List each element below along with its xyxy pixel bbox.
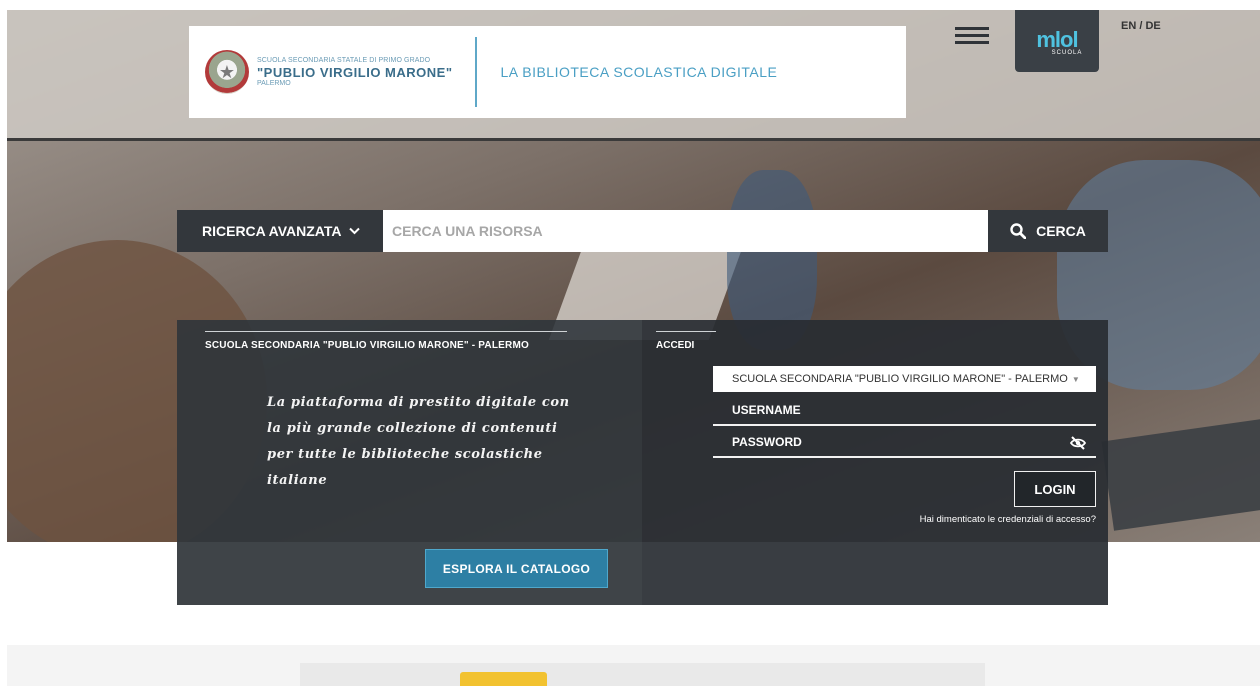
school-city: PALERMO — [257, 80, 291, 87]
search-icon — [1010, 223, 1027, 239]
school-name: "PUBLIO VIRGILIO MARONE" — [257, 65, 453, 80]
login-divider — [656, 331, 716, 332]
password-input[interactable] — [713, 435, 1096, 449]
username-field-wrapper — [713, 396, 1096, 426]
forgot-credentials-link[interactable]: Hai dimenticato le credenziali di access… — [920, 514, 1096, 525]
school-brand-header[interactable]: ★ SCUOLA SECONDARIA STATALE DI PRIMO GRA… — [189, 26, 906, 118]
mlol-logo[interactable]: mlol SCUOLA — [1015, 10, 1099, 72]
search-bar: RICERCA AVANZATA CERCA — [177, 210, 1108, 252]
library-select-value: SCUOLA SECONDARIA "PUBLIO VIRGILIO MARON… — [732, 373, 1068, 385]
caret-down-icon: ▼ — [1071, 374, 1080, 384]
advanced-search-toggle[interactable]: RICERCA AVANZATA — [177, 210, 383, 252]
library-name-title: SCUOLA SECONDARIA "PUBLIO VIRGILIO MARON… — [205, 340, 529, 351]
school-type: SCUOLA SECONDARIA STATALE DI PRIMO GRADO — [257, 57, 431, 64]
library-select[interactable]: SCUOLA SECONDARIA "PUBLIO VIRGILIO MARON… — [713, 366, 1096, 392]
explore-catalog-button[interactable]: ESPLORA IL CATALOGO — [425, 549, 608, 588]
brand-divider — [474, 37, 477, 107]
info-divider — [205, 331, 567, 332]
library-tagline: LA BIBLIOTECA SCOLASTICA DIGITALE — [500, 64, 778, 80]
login-button[interactable]: LOGIN — [1014, 471, 1096, 507]
username-input[interactable] — [713, 403, 1096, 417]
chevron-down-icon — [349, 227, 361, 235]
school-name-block: SCUOLA SECONDARIA STATALE DI PRIMO GRADO… — [257, 57, 453, 87]
eye-slash-icon[interactable] — [1070, 436, 1086, 450]
content-card — [300, 663, 985, 686]
login-panel: ACCEDI SCUOLA SECONDARIA "PUBLIO VIRGILI… — [642, 320, 1108, 605]
search-input[interactable] — [383, 210, 988, 252]
mlol-logo-sub: SCUOLA — [1051, 49, 1083, 56]
login-title: ACCEDI — [656, 340, 695, 351]
platform-description: La piattaforma di prestito digitale con … — [267, 395, 570, 488]
hamburger-menu-icon[interactable] — [955, 27, 989, 44]
highlight-tab — [460, 672, 547, 686]
language-switch[interactable]: EN / DE — [1121, 20, 1161, 32]
library-info-panel: SCUOLA SECONDARIA "PUBLIO VIRGILIO MARON… — [177, 320, 642, 605]
italian-republic-emblem-icon: ★ — [205, 50, 249, 94]
password-field-wrapper — [713, 428, 1096, 458]
advanced-search-label: RICERCA AVANZATA — [202, 223, 342, 239]
search-button[interactable]: CERCA — [988, 210, 1108, 252]
search-button-label: CERCA — [1036, 223, 1086, 239]
